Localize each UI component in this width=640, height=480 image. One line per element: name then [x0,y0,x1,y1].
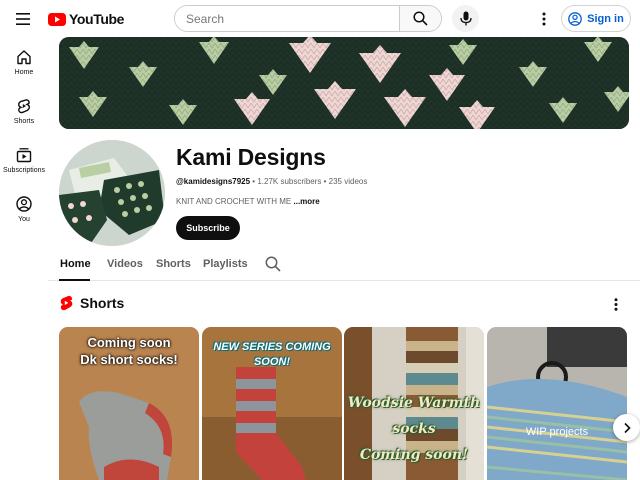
knit-pattern-banner-image [59,37,629,129]
search-icon [265,256,281,272]
search-input[interactable] [175,6,399,31]
short-caption-line: Coming soon [87,335,171,350]
short-caption-line: socks [392,421,436,437]
short-caption-line: NEW SERIES COMING [213,341,331,353]
subscribe-button[interactable]: Subscribe [176,216,240,240]
short-caption-line: SOON! [253,356,291,368]
logo-text: YouTube [69,11,125,27]
short-caption-line: Woodsie Warmth [347,395,481,411]
home-icon [17,50,31,65]
youtube-logo[interactable]: YouTube [48,11,124,27]
shorts-next-button[interactable] [613,414,640,441]
short-caption-line: Coming soon! [359,447,469,463]
shorts-section-header: Shorts [60,295,124,311]
sidebar-item-you[interactable]: You [0,184,48,228]
shorts-more-icon[interactable] [612,297,620,311]
search-bar [174,5,442,32]
meta-separator: • [252,177,256,186]
channel-avatar[interactable] [59,140,165,246]
sidebar-item-shorts[interactable]: Shorts [0,86,48,130]
description-more-link[interactable]: ...more [294,197,320,206]
channel-name: Kami Designs [176,144,326,170]
sidebar-item-label: Shorts [13,118,35,125]
tab-videos[interactable]: Videos [107,258,143,270]
channel-description[interactable]: KNIT AND CROCHET WITH ME ...more [176,197,320,206]
chevron-right-icon [623,422,631,433]
active-tab-indicator [59,279,90,281]
short-caption-line: Dk short socks! [80,352,178,367]
shorts-section-title: Shorts [80,295,125,311]
sign-in-label: Sign in [587,12,624,25]
youtube-logo-icon [48,12,66,26]
short-thumbnail [487,327,627,480]
tab-shorts[interactable]: Shorts [156,258,191,270]
microphone-icon [459,11,472,26]
sidebar-item-label: Subscriptions [2,167,46,174]
you-icon [16,196,32,212]
channel-tabs: Home Videos Shorts Playlists [48,252,640,281]
sidebar-item-label: Home [14,69,34,76]
search-button[interactable] [399,6,441,31]
search-icon [413,11,428,26]
short-caption-line: WIP projects [525,426,589,438]
voice-search-button[interactable] [452,5,479,32]
tab-playlists[interactable]: Playlists [203,258,248,270]
channel-banner [59,37,629,129]
more-options-icon[interactable] [537,10,551,28]
account-circle-icon [568,11,583,26]
sign-in-button[interactable]: Sign in [561,5,631,32]
subscriptions-icon [16,148,32,163]
avatar-socks-image [59,140,165,246]
channel-handle: @kamidesigns7925 [176,177,251,186]
subscriber-count: 1.27K subscribers [257,177,322,186]
sidebar-item-label: You [18,216,30,223]
sidebar-item-subscriptions[interactable]: Subscriptions [0,135,48,179]
short-card[interactable]: NEW SERIES COMING SOON! [202,327,342,480]
top-bar: YouTube Sign in [0,0,640,37]
short-card[interactable]: Coming soon Dk short socks! [59,327,199,480]
menu-icon[interactable] [12,8,34,30]
tab-home[interactable]: Home [60,258,91,270]
sidebar-item-home[interactable]: Home [0,37,48,81]
channel-search-button[interactable] [265,256,281,277]
short-card[interactable]: Woodsie Warmth socks Coming soon! [344,327,484,480]
video-count: 235 videos [328,177,368,186]
channel-meta: @kamidesigns7925 • 1.27K subscribers • 2… [176,177,367,186]
shorts-logo-icon [60,295,73,311]
shorts-icon [18,99,30,114]
description-text: KNIT AND CROCHET WITH ME [176,197,292,206]
meta-separator: • [323,177,327,186]
short-card[interactable]: WIP projects [487,327,627,480]
